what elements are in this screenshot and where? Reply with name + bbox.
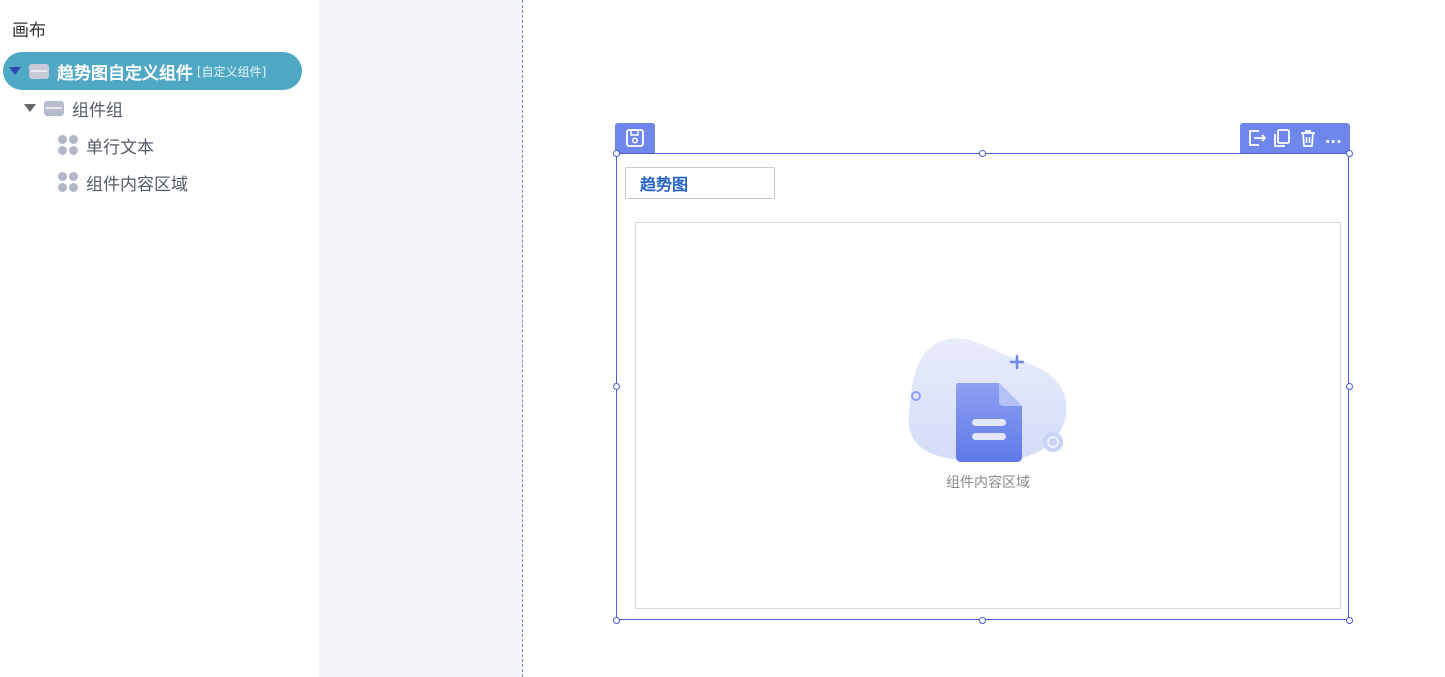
save-icon [626,129,644,147]
component-tree-panel: 画布 趋势图自定义组件 [自定义组件] 组件组 单行文本 组件内容区域 [0,0,319,677]
widget-icon [58,135,78,155]
component-toolbar: ... [1240,123,1350,153]
document-placeholder-icon [908,338,1067,462]
resize-handle-top[interactable] [979,150,986,157]
caret-down-icon[interactable] [24,104,36,112]
caret-down-icon[interactable] [9,67,21,75]
resize-handle-bottom[interactable] [979,617,986,624]
component-title-field[interactable]: 趋势图 [625,167,775,199]
canvas-margin [319,0,522,677]
tree-node-item[interactable]: 组件内容区域 [58,165,188,199]
folder-icon [44,100,64,116]
resize-handle-top-left[interactable] [613,150,620,157]
trash-icon [1300,130,1315,147]
delete-button[interactable] [1296,126,1320,150]
resize-handle-bottom-left[interactable] [613,617,620,624]
tree-node-item[interactable]: 单行文本 [58,128,154,162]
tree-node-root-label: 趋势图自定义组件 [57,63,193,84]
folder-icon [29,63,49,79]
export-icon [1248,130,1267,146]
tree-node-item-label: 单行文本 [86,137,154,158]
tree-node-group[interactable]: 组件组 [24,91,123,125]
tree-node-root-tag: [自定义组件] [197,64,267,79]
tree-node-item-label: 组件内容区域 [86,174,188,195]
canvas-guide-line [522,0,523,677]
copy-button[interactable] [1270,126,1294,150]
export-button[interactable] [1245,126,1269,150]
tree-title: 画布 [12,21,46,41]
component-title-value: 趋势图 [640,175,689,194]
resize-handle-right[interactable] [1346,383,1353,390]
more-icon: ... [1324,129,1342,147]
more-button[interactable]: ... [1321,126,1345,150]
tree-node-group-label: 组件组 [72,100,123,121]
resize-handle-bottom-right[interactable] [1346,617,1353,624]
copy-icon [1274,129,1291,147]
resize-handle-top-right[interactable] [1346,150,1353,157]
widget-icon [58,172,78,192]
save-button[interactable] [615,123,655,153]
resize-handle-left[interactable] [613,383,620,390]
content-area-label: 组件内容区域 [946,475,1030,491]
tree-node-root[interactable]: 趋势图自定义组件 [自定义组件] [3,52,302,90]
